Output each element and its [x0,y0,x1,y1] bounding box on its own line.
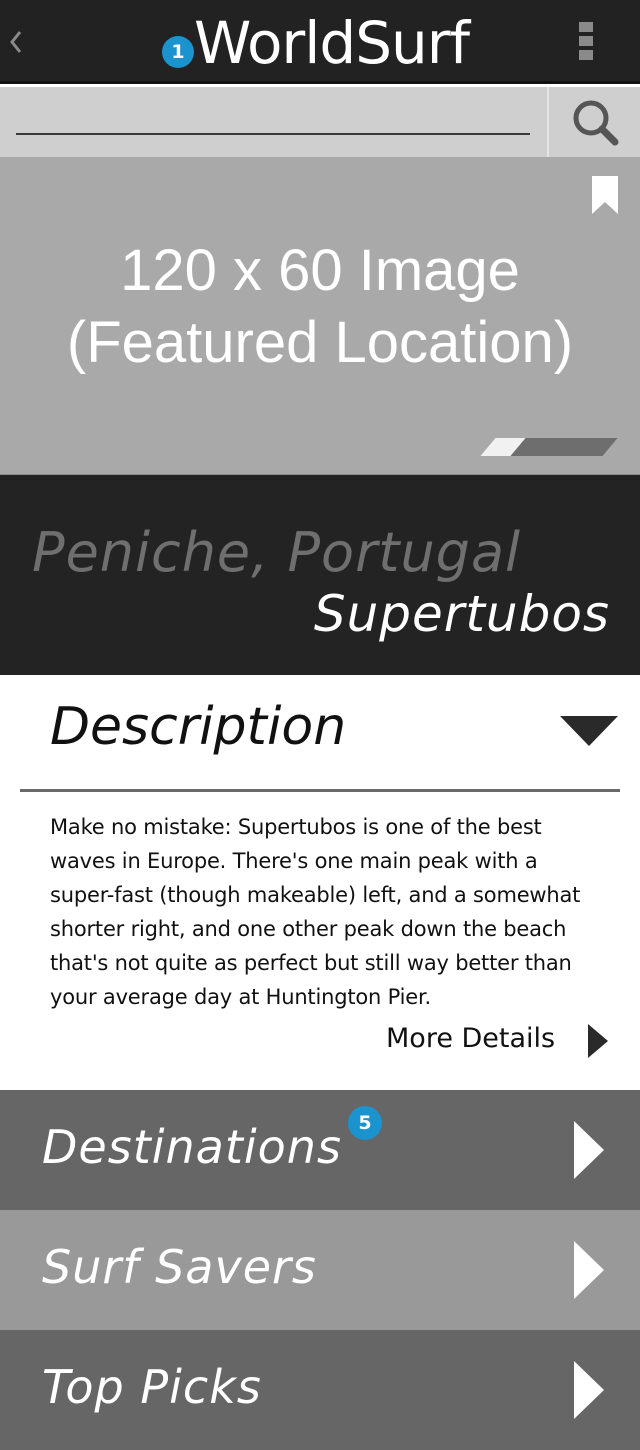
chevron-left-icon [10,31,22,53]
chevron-right-icon [574,1241,604,1299]
search-bar [0,87,640,157]
search-button[interactable] [549,87,640,157]
location-banner: Peniche, Portugal Supertubos [0,475,640,675]
description-divider [20,789,620,792]
description-text: Make no mistake: Supertubos is one of th… [50,815,581,1009]
chevron-right-icon [574,1121,604,1179]
bookmark-button[interactable] [590,176,624,218]
search-icon [573,100,618,146]
menu-row-label: Surf Savers [42,1240,317,1294]
play-right-icon [588,1024,608,1058]
location-region: Peniche, Portugal [32,521,522,584]
back-button[interactable] [6,20,30,64]
description-title: Description [50,697,347,757]
destinations-count-badge: 5 [348,1106,382,1140]
menu-row-destinations[interactable]: Destinations 5 [0,1090,640,1210]
carousel-pager[interactable] [480,438,624,458]
caret-down-icon [560,716,618,746]
featured-line-1: 120 x 60 Image [120,238,520,303]
app-title: WorldSurf [194,9,470,77]
menu-row-surf-savers[interactable]: Surf Savers [0,1210,640,1330]
featured-image-caption: 120 x 60 Image (Featured Location) [0,235,640,379]
featured-image[interactable]: 120 x 60 Image (Featured Location) [0,157,640,475]
notification-badge[interactable]: 1 [162,36,194,68]
bookmark-icon [592,176,618,214]
featured-line-2: (Featured Location) [66,310,574,375]
more-details-label: More Details [386,1023,556,1054]
kebab-menu-icon[interactable] [576,22,596,64]
more-details-link[interactable]: More Details [386,1020,616,1064]
app-header: 1 WorldSurf [0,0,640,84]
chevron-right-icon [574,1361,604,1419]
menu-row-top-picks[interactable]: Top Picks [0,1330,640,1450]
location-spot: Supertubos [313,585,610,643]
search-input[interactable] [16,95,530,135]
menu-row-label: Top Picks [42,1360,262,1414]
menu-row-label: Destinations [42,1120,342,1174]
description-header[interactable]: Description [0,675,640,791]
